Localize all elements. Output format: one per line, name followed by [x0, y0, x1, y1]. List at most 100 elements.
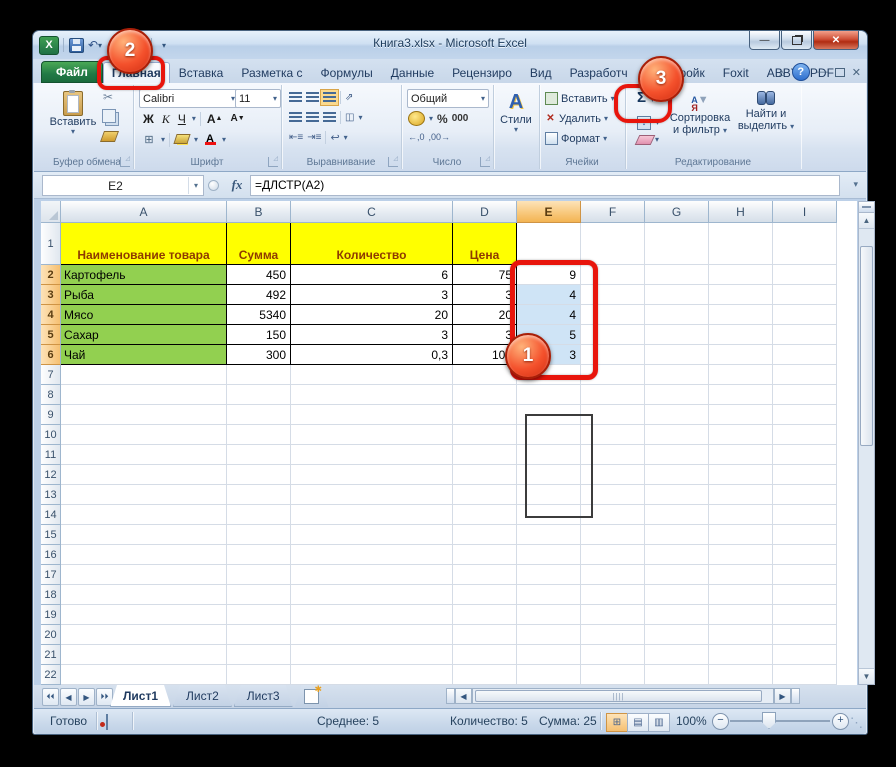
row-header-2[interactable]: 2 — [41, 265, 61, 285]
cell-A11[interactable] — [61, 445, 227, 465]
tab-данные[interactable]: Данные — [382, 62, 443, 83]
cell-I19[interactable] — [773, 605, 837, 625]
grow-font-button[interactable]: А▲ — [205, 111, 225, 127]
insert-cells-button[interactable]: Вставить ▾ — [545, 90, 615, 107]
cell-G11[interactable] — [645, 445, 709, 465]
cell-A22[interactable] — [61, 665, 227, 685]
cell-I13[interactable] — [773, 485, 837, 505]
vscroll-thumb[interactable] — [860, 246, 873, 446]
cell-G16[interactable] — [645, 545, 709, 565]
cell-B17[interactable] — [227, 565, 291, 585]
cell-F13[interactable] — [581, 485, 645, 505]
cell-I22[interactable] — [773, 665, 837, 685]
cell-H3[interactable] — [709, 285, 773, 305]
cell-A20[interactable] — [61, 625, 227, 645]
cell-D22[interactable] — [453, 665, 517, 685]
cell-A19[interactable] — [61, 605, 227, 625]
shrink-font-button[interactable]: А▼ — [228, 111, 246, 127]
cell-D11[interactable] — [453, 445, 517, 465]
select-all-corner[interactable] — [41, 201, 61, 223]
cell-A14[interactable] — [61, 505, 227, 525]
cell-I3[interactable] — [773, 285, 837, 305]
cell-H6[interactable] — [709, 345, 773, 365]
cell-B6[interactable]: 300 — [227, 345, 291, 365]
bold-button[interactable]: Ж — [141, 111, 156, 127]
column-header-F[interactable]: F — [581, 201, 645, 223]
cell-A4[interactable]: Мясо — [61, 305, 227, 325]
cell-H10[interactable] — [709, 425, 773, 445]
cell-B22[interactable] — [227, 665, 291, 685]
cell-C17[interactable] — [291, 565, 453, 585]
font-family-combo[interactable]: Calibri ▾ — [139, 89, 239, 108]
tab-вставка[interactable]: Вставка — [170, 62, 233, 83]
cell-F9[interactable] — [581, 405, 645, 425]
cell-G12[interactable] — [645, 465, 709, 485]
cell-G17[interactable] — [645, 565, 709, 585]
cell-B5[interactable]: 150 — [227, 325, 291, 345]
cell-I20[interactable] — [773, 625, 837, 645]
cell-F10[interactable] — [581, 425, 645, 445]
cell-I10[interactable] — [773, 425, 837, 445]
cell-G20[interactable] — [645, 625, 709, 645]
row-header-13[interactable]: 13 — [41, 485, 61, 505]
row-header-8[interactable]: 8 — [41, 385, 61, 405]
close-button[interactable]: ✕ — [813, 31, 859, 50]
cell-A3[interactable]: Рыба — [61, 285, 227, 305]
hscroll-thumb[interactable]: |||| — [475, 690, 762, 702]
increase-indent-button[interactable]: ⇥≡ — [307, 132, 321, 143]
row-header-1[interactable]: 1 — [41, 223, 61, 265]
cell-C7[interactable] — [291, 365, 453, 385]
tab-разметка с[interactable]: Разметка с — [232, 62, 311, 83]
tab-вид[interactable]: Вид — [521, 62, 561, 83]
cell-B18[interactable] — [227, 585, 291, 605]
increase-decimal-button[interactable]: ←,0 — [408, 132, 425, 142]
font-color-button[interactable]: А — [202, 132, 218, 147]
sort-filter-button[interactable]: АЯ▼ Сортировка и фильтр ▾ — [669, 90, 731, 136]
wrap-text-button[interactable]: ↩ — [330, 131, 339, 144]
cell-C22[interactable] — [291, 665, 453, 685]
cell-B8[interactable] — [227, 385, 291, 405]
normal-view-button[interactable]: ⊞ — [606, 713, 628, 732]
row-header-11[interactable]: 11 — [41, 445, 61, 465]
cut-button[interactable]: ✂ — [103, 90, 113, 104]
row-header-7[interactable]: 7 — [41, 365, 61, 385]
cell-G3[interactable] — [645, 285, 709, 305]
cell-E18[interactable] — [517, 585, 581, 605]
workbook-close-icon[interactable]: ✕ — [852, 66, 861, 79]
page-break-view-button[interactable]: ▥ — [648, 713, 670, 732]
cell-C15[interactable] — [291, 525, 453, 545]
cell-B9[interactable] — [227, 405, 291, 425]
cell-C11[interactable] — [291, 445, 453, 465]
cell-H4[interactable] — [709, 305, 773, 325]
accounting-format-icon[interactable] — [408, 111, 425, 126]
cell-C4[interactable]: 20 — [291, 305, 453, 325]
insert-sheet-tab[interactable] — [295, 685, 329, 707]
tab-файл[interactable]: Файл — [41, 61, 103, 83]
cell-E1[interactable] — [517, 223, 581, 265]
cell-C16[interactable] — [291, 545, 453, 565]
copy-button[interactable] — [102, 109, 116, 123]
vertical-scrollbar[interactable]: ▲ ▼ — [858, 201, 875, 685]
sheet-tab-лист2[interactable]: Лист2 — [173, 685, 232, 707]
expand-formula-bar-icon[interactable]: ▾ — [853, 179, 858, 190]
cell-B10[interactable] — [227, 425, 291, 445]
cell-B4[interactable]: 5340 — [227, 305, 291, 325]
cell-F18[interactable] — [581, 585, 645, 605]
cell-H9[interactable] — [709, 405, 773, 425]
cell-G8[interactable] — [645, 385, 709, 405]
cell-A5[interactable]: Сахар — [61, 325, 227, 345]
cell-I16[interactable] — [773, 545, 837, 565]
cell-C6[interactable]: 0,3 — [291, 345, 453, 365]
cell-G15[interactable] — [645, 525, 709, 545]
cell-E20[interactable] — [517, 625, 581, 645]
row-header-19[interactable]: 19 — [41, 605, 61, 625]
name-box[interactable]: E2 ▾ — [42, 175, 204, 196]
sheet-tab-лист3[interactable]: Лист3 — [234, 685, 293, 707]
cell-I21[interactable] — [773, 645, 837, 665]
cell-G9[interactable] — [645, 405, 709, 425]
minimize-ribbon-icon[interactable]: ▵ — [779, 66, 785, 79]
cell-I9[interactable] — [773, 405, 837, 425]
cell-C2[interactable]: 6 — [291, 265, 453, 285]
dialog-launcher-icon[interactable] — [120, 157, 130, 167]
cell-D3[interactable]: 3 — [453, 285, 517, 305]
